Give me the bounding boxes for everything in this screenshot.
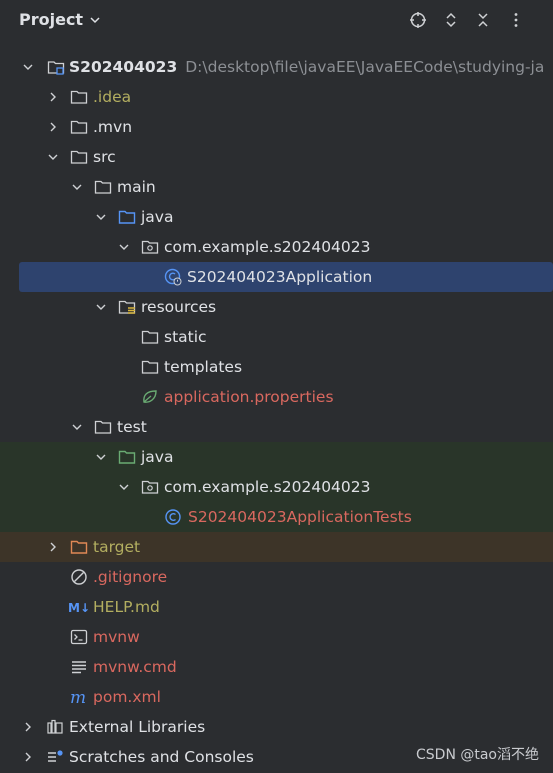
locate-icon[interactable] — [407, 9, 429, 31]
tree-item-label: static — [164, 328, 207, 346]
tree-item-label: pom.xml — [93, 688, 161, 706]
chevron-down-icon[interactable] — [95, 211, 107, 223]
folder-icon — [141, 358, 159, 376]
chevron-down-icon[interactable] — [118, 481, 130, 493]
tree-item-label: External Libraries — [69, 718, 206, 736]
svg-text:M↓: M↓ — [68, 601, 90, 614]
maven-icon: m — [70, 688, 88, 706]
tree-item-help-md[interactable]: M↓ HELP.md — [0, 592, 553, 622]
tree-item-label: mvnw.cmd — [93, 658, 177, 676]
folder-icon — [70, 118, 88, 136]
tree-item-label: .gitignore — [93, 568, 168, 586]
ignore-file-icon — [70, 568, 88, 586]
library-icon — [46, 718, 64, 736]
chevron-down-icon[interactable] — [47, 151, 59, 163]
chevron-down-icon[interactable] — [22, 61, 34, 73]
tree-item-main-java[interactable]: java — [0, 202, 553, 232]
tree-item-label: java — [141, 448, 174, 466]
chevron-down-icon[interactable] — [95, 451, 107, 463]
watermark: CSDN @tao滔不绝 — [416, 747, 539, 763]
tree-item-label: target — [93, 538, 141, 556]
project-view-dropdown[interactable]: Project — [19, 10, 101, 29]
tree-item-label: S202404023Application — [187, 268, 373, 286]
tree-item-pom-xml[interactable]: m pom.xml — [0, 682, 553, 712]
tree-item-main[interactable]: main — [0, 172, 553, 202]
folder-icon — [94, 418, 112, 436]
tree-item-label: src — [93, 148, 116, 166]
excluded-folder-icon — [70, 538, 88, 556]
chevron-down-icon[interactable] — [95, 301, 107, 313]
tree-item-gitignore[interactable]: .gitignore — [0, 562, 553, 592]
tree-item-label: mvnw — [93, 628, 140, 646]
spring-boot-class-icon — [164, 268, 182, 286]
chevron-down-icon — [90, 16, 100, 23]
collapse-all-icon[interactable] — [472, 9, 494, 31]
chevron-right-icon[interactable] — [22, 751, 34, 763]
tree-item-label: S202404023 D:\desktop\file\javaEE\JavaEEC… — [69, 58, 545, 76]
chevron-down-icon[interactable] — [71, 181, 83, 193]
folder-icon — [70, 88, 88, 106]
folder-icon — [70, 148, 88, 166]
tree-item-templates[interactable]: templates — [0, 352, 553, 382]
text-file-icon — [70, 658, 88, 676]
tree-item-root[interactable]: S202404023 D:\desktop\file\javaEE\JavaEEC… — [0, 52, 553, 82]
tree-item-mvnw-cmd[interactable]: mvnw.cmd — [0, 652, 553, 682]
tree-item-idea[interactable]: .idea — [0, 82, 553, 112]
tree-item-label: resources — [141, 298, 217, 316]
chevron-down-icon[interactable] — [71, 421, 83, 433]
tree-item-label: templates — [164, 358, 243, 376]
panel-title: Project — [19, 10, 84, 29]
tree-item-resources[interactable]: resources — [0, 292, 553, 322]
more-options-icon[interactable] — [505, 9, 527, 31]
tree-item-test-java[interactable]: java — [0, 442, 553, 472]
shell-script-icon — [70, 628, 88, 646]
tree-item-main-package[interactable]: com.example.s202404023 — [0, 232, 553, 262]
chevron-right-icon[interactable] — [47, 91, 59, 103]
tree-item-mvn[interactable]: .mvn — [0, 112, 553, 142]
tree-item-label: HELP.md — [93, 598, 160, 616]
spring-properties-icon — [141, 388, 159, 406]
scratches-icon — [46, 748, 64, 766]
project-path: D:\desktop\file\javaEE\JavaEECode\studyi… — [185, 58, 545, 76]
tree-item-label: S202404023ApplicationTests — [188, 508, 412, 526]
svg-text:m: m — [70, 688, 86, 706]
chevron-down-icon[interactable] — [118, 241, 130, 253]
resources-folder-icon — [118, 298, 136, 316]
folder-icon — [141, 328, 159, 346]
tree-item-label: Scratches and Consoles — [69, 748, 254, 766]
class-icon — [164, 508, 182, 526]
tree-item-label: .idea — [93, 88, 132, 106]
expand-all-icon[interactable] — [440, 9, 462, 31]
chevron-right-icon[interactable] — [47, 541, 59, 553]
tree-item-static[interactable]: static — [0, 322, 553, 352]
tree-item-application-class[interactable]: S202404023Application — [19, 262, 553, 292]
tree-item-external-libraries[interactable]: External Libraries — [0, 712, 553, 742]
test-source-folder-icon — [118, 448, 136, 466]
tree-item-target[interactable]: target — [0, 532, 553, 562]
source-folder-icon — [118, 208, 136, 226]
tree-item-label: java — [141, 208, 174, 226]
tree-item-mvnw[interactable]: mvnw — [0, 622, 553, 652]
tree-item-label: .mvn — [93, 118, 133, 136]
tree-item-test-package[interactable]: com.example.s202404023 — [0, 472, 553, 502]
tree-item-test-class[interactable]: S202404023ApplicationTests — [0, 502, 553, 532]
tool-window-header: Project — [0, 0, 553, 42]
chevron-right-icon[interactable] — [47, 121, 59, 133]
tree-item-label: com.example.s202404023 — [164, 478, 371, 496]
tree-item-label: test — [117, 418, 147, 436]
package-icon — [141, 238, 159, 256]
tree-item-label: main — [117, 178, 156, 196]
chevron-right-icon[interactable] — [22, 721, 34, 733]
tree-item-src[interactable]: src — [0, 142, 553, 172]
tree-item-test[interactable]: test — [0, 412, 553, 442]
folder-icon — [94, 178, 112, 196]
markdown-icon: M↓ — [68, 598, 90, 616]
module-folder-icon — [47, 58, 65, 76]
tree-item-application-properties[interactable]: application.properties — [0, 382, 553, 412]
tree-item-label: com.example.s202404023 — [164, 238, 371, 256]
tree-item-label: application.properties — [164, 388, 334, 406]
package-icon — [141, 478, 159, 496]
